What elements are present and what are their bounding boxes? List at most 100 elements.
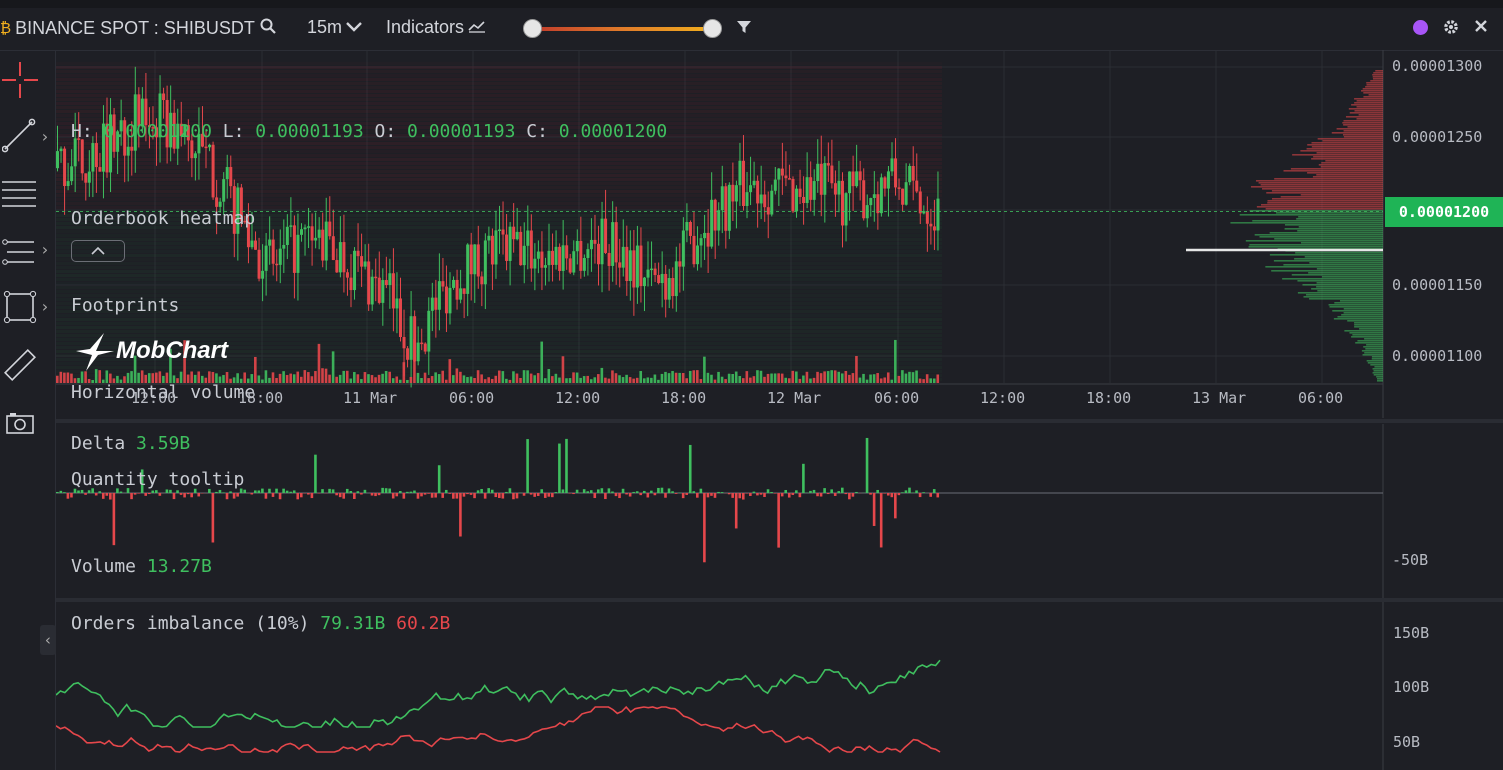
drawing-toolbar: › › › ‹ [0, 50, 56, 770]
volume-profile-bar [1356, 100, 1383, 102]
time-tick: 06:00 [874, 389, 920, 407]
search-icon[interactable] [259, 17, 277, 40]
candle-body [798, 188, 802, 197]
close-label: C: [526, 121, 548, 142]
imbalance-legend[interactable]: Orders imbalance (10%) 79.31B 60.2B [71, 609, 450, 638]
horizontal-lines-tool[interactable] [0, 172, 40, 212]
delta-bar [667, 488, 671, 493]
volume-profile-bar [1334, 302, 1383, 304]
status-dot-icon[interactable] [1413, 20, 1428, 35]
volume-profile-bar [1297, 230, 1383, 232]
volume-profile-bar [1300, 194, 1383, 196]
volume-profile-bar [1256, 206, 1383, 208]
crosshair-tool[interactable] [0, 60, 40, 100]
imbalance-buy-value: 79.31B [320, 613, 386, 634]
slider-right-handle[interactable] [703, 19, 722, 38]
collapse-legend-button[interactable] [71, 240, 125, 262]
close-icon[interactable] [1473, 18, 1489, 34]
indicators-button[interactable]: Indicators [386, 17, 486, 38]
volume-profile-bar [1345, 116, 1383, 118]
symbol-selector[interactable]: ₿ BINANCE SPOT : SHIBUSDT [0, 17, 277, 40]
volume-bar [848, 374, 851, 383]
ruler-tool[interactable] [0, 345, 40, 385]
volume-profile-bar [1367, 362, 1383, 364]
chevron-right-icon[interactable]: › [40, 240, 50, 259]
volume-bar [798, 378, 802, 383]
volume-bar [674, 372, 678, 383]
volume-profile-bar [1259, 236, 1383, 238]
price-tick: 0.00001300 [1392, 57, 1483, 75]
volume-bar [784, 377, 788, 383]
delta-bar [784, 489, 788, 493]
delta-bar [795, 490, 798, 493]
delta-bar [855, 491, 858, 493]
delta-bar [738, 493, 742, 499]
rectangle-tool[interactable] [0, 287, 40, 327]
filter-icon[interactable] [736, 19, 752, 35]
layer-footprints[interactable]: Footprints [71, 291, 667, 320]
slider-left-handle[interactable] [523, 19, 542, 38]
volume-bar [897, 375, 901, 383]
time-tick: 12:00 [131, 389, 177, 407]
camera-icon[interactable] [0, 402, 40, 442]
volume-profile-bar [1311, 142, 1383, 144]
volume-bar [699, 379, 703, 383]
candle-body [805, 177, 809, 204]
volume-profile-bar [1343, 124, 1383, 126]
volume-profile-bar [1370, 80, 1383, 82]
volume-bar [819, 373, 823, 383]
volume-profile-bar [1333, 318, 1383, 320]
chevron-right-icon[interactable]: › [40, 127, 50, 146]
layer-quantity-tooltip[interactable]: Quantity tooltip [71, 465, 667, 494]
candle-body [56, 151, 59, 169]
volume-bar [56, 375, 59, 383]
volume-profile-bar [1318, 164, 1383, 166]
imbalance-sell-line [56, 705, 941, 754]
volume-profile-bar [1372, 78, 1383, 80]
candle-body [784, 175, 788, 179]
delta-bar [844, 493, 848, 495]
trendline-tool[interactable] [0, 115, 40, 155]
volume-bar [805, 371, 809, 383]
layer-orderbook-heatmap[interactable]: Orderbook heatmap [71, 204, 667, 233]
volume-readout[interactable]: Volume 13.27B [71, 552, 667, 581]
candle-body [929, 223, 933, 227]
price-tick: 0.00001250 [1392, 128, 1483, 146]
volume-profile-bar [1376, 376, 1383, 378]
fib-tool[interactable] [0, 230, 40, 270]
volume-bar [710, 374, 713, 383]
volume-bar [756, 370, 759, 383]
price-tick: 0.00001150 [1392, 276, 1483, 294]
volume-profile-bar [1366, 344, 1383, 346]
chevron-right-icon[interactable]: › [40, 297, 50, 316]
volume-bar [925, 374, 929, 383]
volume-bar [734, 371, 738, 383]
volume-profile-bar [1300, 150, 1383, 152]
volume-profile-bar [1375, 70, 1383, 72]
volume-profile-bar [1297, 280, 1383, 282]
volume-profile-bar [1363, 346, 1383, 348]
candle-body [688, 221, 692, 236]
delta-bar [830, 489, 833, 493]
gear-icon[interactable] [1442, 18, 1460, 36]
candle-body [756, 180, 760, 204]
volume-profile-bar [1343, 308, 1383, 310]
delta-bar [865, 437, 869, 493]
timeframe-selector[interactable]: 15m [307, 17, 363, 38]
heatmap-range-slider[interactable] [530, 27, 714, 31]
volume-profile-bar [1356, 118, 1383, 120]
delta-bar [837, 491, 841, 493]
volume-profile-bar [1297, 292, 1383, 294]
delta-legend[interactable]: Delta 3.59B [71, 429, 190, 458]
volume-profile-bar [1316, 268, 1383, 270]
volume-profile-bar [1316, 286, 1383, 288]
candle-body [911, 165, 915, 181]
collapse-sidebar-button[interactable]: ‹ [40, 625, 56, 655]
volume-bar [918, 378, 922, 383]
delta-bar [848, 493, 851, 500]
delta-bar [727, 493, 731, 495]
imbalance-tick: 50B [1393, 733, 1421, 751]
price-tick: 0.00001100 [1392, 347, 1483, 365]
volume-bar [688, 370, 692, 383]
volume-profile-bar [1343, 312, 1383, 314]
